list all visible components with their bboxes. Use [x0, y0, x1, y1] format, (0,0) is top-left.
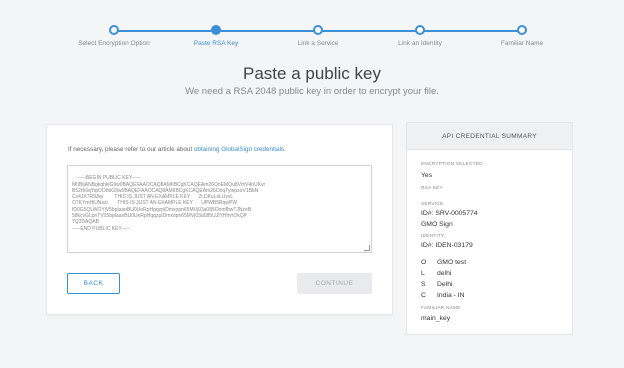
identity-field-value: delhi: [437, 270, 452, 277]
encryption-selected-value: Yes: [421, 172, 433, 179]
identity-field-key: C: [421, 292, 426, 299]
identity-field-key: O: [421, 259, 427, 266]
continue-button[interactable]: CONTINUE: [297, 273, 372, 294]
step-dot-active-icon: [211, 25, 221, 35]
help-note-text: If necessary, please refer to our articl…: [68, 146, 194, 153]
familiar-name-value: main_key: [421, 315, 451, 322]
rsa-key-label: RSA KEY: [421, 186, 443, 191]
service-label: SERVICE: [421, 202, 444, 207]
identity-field-key: L: [421, 270, 425, 277]
step-dot-icon: [517, 25, 527, 35]
identity-field-value: Delhi: [437, 281, 453, 288]
identity-country-row: C India - IN: [421, 292, 465, 299]
public-key-textarea[interactable]: -----BEGIN PUBLIC KEY----- MIIBIjANBgkqh…: [67, 165, 372, 253]
identity-locality-row: Ldelhi: [421, 270, 451, 277]
identity-org-row: O GMO test: [421, 259, 466, 266]
service-id: ID#: SRV-0005774: [421, 210, 478, 217]
progress-stepper: Select Encryption Option Paste RSA Key L…: [0, 0, 624, 56]
globalsign-credentials-link[interactable]: obtaining GlobalSign credentials: [194, 146, 284, 153]
step-dot-icon: [415, 25, 425, 35]
summary-title: API CREDENTIAL SUMMARY: [407, 123, 572, 150]
help-note: If necessary, please refer to our articl…: [68, 146, 286, 153]
identity-field-value: GMO test: [437, 259, 467, 266]
public-key-text: -----BEGIN PUBLIC KEY----- MIIBIjANBgkqh…: [72, 175, 266, 232]
identity-field-key: S: [421, 281, 426, 288]
step-dot-icon: [109, 25, 119, 35]
api-credential-summary: API CREDENTIAL SUMMARY ENCRYPTION SELECT…: [406, 122, 573, 335]
identity-state-row: S Delhi: [421, 281, 453, 288]
encryption-selected-label: ENCRYPTION SELECTED: [421, 162, 483, 167]
page-subtitle: We need a RSA 2048 public key in order t…: [185, 86, 439, 97]
public-key-card: If necessary, please refer to our articl…: [46, 124, 393, 315]
step-familiar-name: Familiar Name: [462, 25, 582, 47]
back-button[interactable]: BACK: [67, 273, 120, 294]
identity-id: ID#: IDEN-03179: [421, 242, 473, 249]
page-title: Paste a public key: [243, 64, 381, 83]
step-dot-icon: [313, 25, 323, 35]
service-name: GMO Sign: [421, 221, 453, 228]
help-note-suffix: .: [284, 146, 286, 153]
resize-handle-icon[interactable]: [364, 245, 370, 251]
identity-label: IDENTITY: [421, 234, 445, 239]
familiar-name-label: FAMILIAR NAME: [421, 306, 461, 311]
step-label: Familiar Name: [500, 40, 544, 47]
identity-field-value: India - IN: [437, 292, 465, 299]
